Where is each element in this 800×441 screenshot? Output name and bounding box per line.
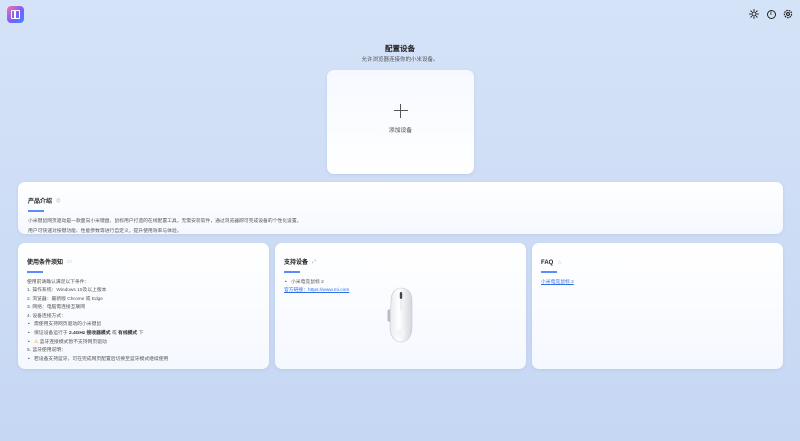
config-subtitle: 允许浏览器连接你的小米设备。 [361,57,439,63]
device-item: 小米电竞鼠标 2 [284,279,517,288]
title-underline [541,271,557,273]
mouse-image [385,287,417,343]
app-logo-icon [7,6,24,23]
add-device-button[interactable]: 添加设备 [327,70,474,174]
requirement-sub-item: 保证设备运行于 2.4GHz 接收器模式 或 有线模式 下 [27,330,260,339]
requirements-card: 使用条件须知 ▭ 使用前请确认满足以下条件： 1. 操作系统：Windows 1… [18,243,269,369]
config-title: 配置设备 [385,44,415,53]
faq-link[interactable]: 小米电竞鼠标 2 [541,279,774,288]
faq-title: FAQ [541,260,554,266]
requirement-sub-item: 需使用支持网页驱动的小米键鼠 [27,321,260,330]
settings-icon[interactable] [783,9,793,19]
intro-title: 产品介绍 [28,199,53,205]
requirement-item: 3. 网络：电脑需连接互联网 [27,305,86,311]
title-underline [27,271,43,273]
header-actions: i [749,9,793,19]
requirement-item: 2. 浏览器：最新版 Chrome 或 Edge [27,296,103,302]
requirement-sub-item: 若设备支持蓝牙，可在完成网页配置后切换至蓝牙模式继续使用 [27,356,260,365]
product-intro-card: 产品介绍 ⌬ 小米键鼠网页驱动是一款面向小米键盘、鼠标用户打造的在线配置工具，无… [18,182,783,234]
supported-devices-card: 支持设备 ⤢ 小米电竞鼠标 2 官方链接：https://www.mi.com [275,243,526,369]
star-icon: ☆ [557,260,562,266]
intro-line-1: 小米键鼠网页驱动是一款面向小米键盘、鼠标用户打造的在线配置工具，无需安装软件，通… [28,218,302,224]
official-link-label[interactable]: 官方链接： [284,288,308,293]
add-device-label: 添加设备 [388,128,413,134]
official-link[interactable]: https://www.mi.com [308,288,349,293]
faq-card: FAQ ☆ 小米电竞鼠标 2 [532,243,783,369]
requirement-item: 1. 操作系统：Windows 10及以上版本 [27,288,107,294]
requirements-title: 使用条件须知 [27,260,64,266]
title-underline [28,210,44,212]
title-underline [284,271,300,273]
intro-line-2: 用户可快速对按键功能、性能参数等进行自定义，提升使用效率与体验。 [28,229,182,235]
requirement-item: 4. 设备连接方式： [27,313,66,319]
requirement-item: 5. 蓝牙使用说明： [27,348,66,354]
theme-icon[interactable] [749,9,759,19]
plug-icon: ⤢ [312,258,317,265]
warning-icon: ⚠ [34,339,39,345]
requirements-intro: 使用前请确认满足以下条件： [27,279,90,285]
info-icon[interactable]: i [766,9,776,19]
plus-icon [393,104,408,118]
book-icon: ⌬ [56,197,61,204]
book-icon: ▭ [67,258,72,265]
requirement-sub-item: ⚠ 蓝牙连接模式暂不支持网页驱动 [27,339,260,348]
support-title: 支持设备 [284,260,309,266]
